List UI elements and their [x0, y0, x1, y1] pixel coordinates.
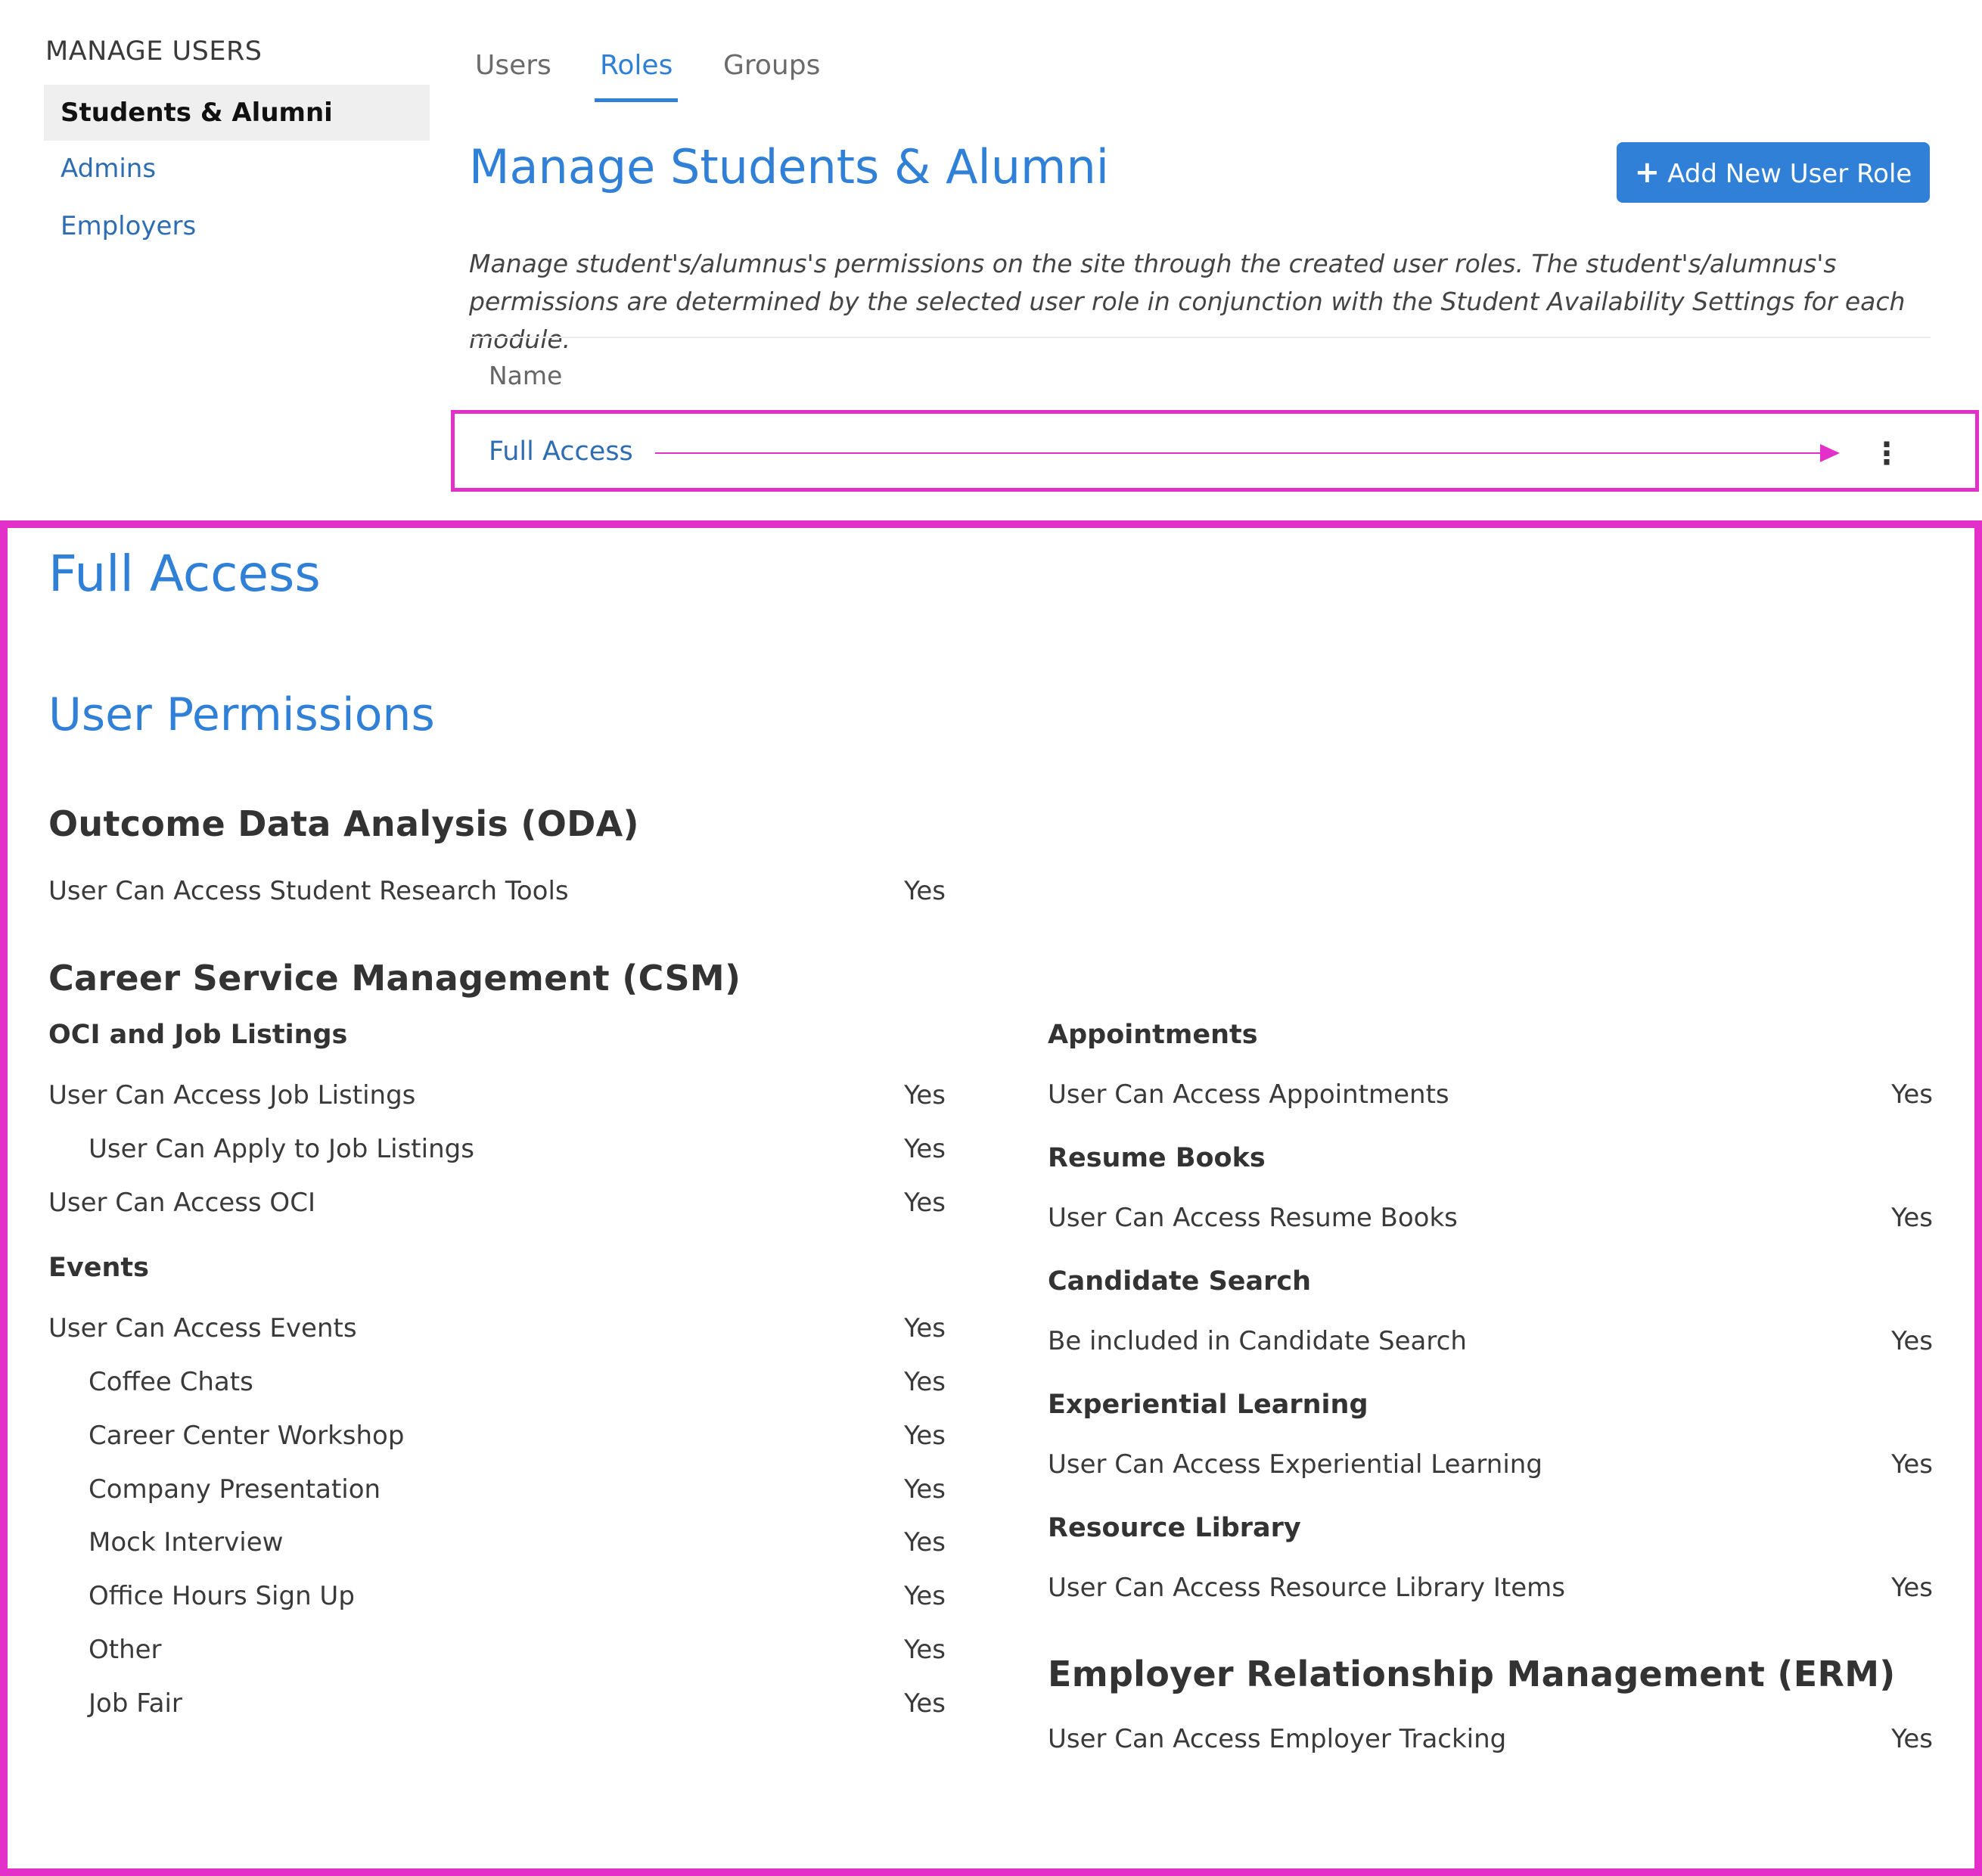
permission-value: Yes: [904, 1527, 946, 1558]
permission-value: Yes: [904, 1080, 946, 1110]
permission-label: User Can Access OCI: [48, 1188, 315, 1218]
sidebar-item-students-alumni[interactable]: Students & Alumni: [44, 85, 430, 141]
csm-heading: Career Service Management (CSM): [48, 958, 741, 999]
sidebar-item-employers[interactable]: Employers: [44, 198, 430, 254]
tab-roles[interactable]: Roles: [600, 50, 673, 81]
permission-value: Yes: [1891, 1724, 1933, 1754]
kebab-menu-icon[interactable]: ⋮: [1872, 437, 1902, 471]
permission-label: Be included in Candidate Search: [1048, 1326, 1467, 1356]
experiential-learning-heading: Experiential Learning: [1048, 1390, 1368, 1420]
permission-label: User Can Access Student Research Tools: [48, 876, 569, 906]
highlight-row-box: [451, 410, 1979, 492]
oci-heading: OCI and Job Listings: [48, 1020, 348, 1050]
permission-label: User Can Access Experiential Learning: [1048, 1449, 1542, 1480]
permission-label: User Can Access Events: [48, 1313, 357, 1343]
permission-label: User Can Apply to Job Listings: [89, 1134, 474, 1164]
permission-label: Job Fair: [89, 1688, 182, 1719]
add-user-role-button[interactable]: + Add New User Role: [1617, 142, 1930, 203]
appointments-heading: Appointments: [1048, 1020, 1258, 1050]
column-header-name: Name: [489, 361, 563, 390]
role-title: Full Access: [48, 545, 321, 603]
permission-label: Other: [89, 1635, 162, 1665]
sidebar-item-admins[interactable]: Admins: [44, 141, 430, 197]
page-description: Manage student's/alumnus's permissions o…: [469, 249, 1906, 354]
tab-users[interactable]: Users: [475, 50, 551, 81]
resume-books-heading: Resume Books: [1048, 1143, 1266, 1173]
permission-value: Yes: [904, 876, 946, 906]
active-tab-indicator: [595, 98, 678, 102]
permission-label: User Can Access Resume Books: [1048, 1203, 1458, 1233]
permission-label: User Can Access Resource Library Items: [1048, 1573, 1565, 1603]
plus-icon: +: [1634, 155, 1660, 190]
permission-value: Yes: [1891, 1449, 1933, 1480]
oda-heading: Outcome Data Analysis (ODA): [48, 803, 639, 844]
permission-value: Yes: [1891, 1203, 1933, 1233]
divider: [469, 337, 1931, 338]
permission-label: Company Presentation: [89, 1474, 381, 1505]
candidate-search-heading: Candidate Search: [1048, 1266, 1312, 1297]
permission-value: Yes: [904, 1367, 946, 1397]
role-link-full-access[interactable]: Full Access: [489, 436, 633, 467]
sidebar-title: MANAGE USERS: [45, 36, 263, 67]
add-user-role-label: Add New User Role: [1667, 159, 1912, 189]
permission-label: Mock Interview: [89, 1527, 284, 1558]
permission-value: Yes: [904, 1581, 946, 1611]
permission-label: Coffee Chats: [89, 1367, 253, 1397]
permission-label: User Can Access Appointments: [1048, 1079, 1449, 1110]
permission-value: Yes: [904, 1688, 946, 1719]
permission-value: Yes: [904, 1313, 946, 1343]
permission-label: Office Hours Sign Up: [89, 1581, 355, 1611]
permission-label: Career Center Workshop: [89, 1421, 405, 1451]
permission-value: Yes: [1891, 1573, 1933, 1603]
permission-label: User Can Access Job Listings: [48, 1080, 416, 1110]
events-heading: Events: [48, 1253, 149, 1283]
permission-value: Yes: [904, 1474, 946, 1505]
permission-value: Yes: [904, 1188, 946, 1218]
tab-groups[interactable]: Groups: [723, 50, 820, 81]
highlight-arrow-line: [655, 452, 1826, 454]
resource-library-heading: Resource Library: [1048, 1513, 1301, 1543]
permission-value: Yes: [1891, 1326, 1933, 1356]
erm-heading: Employer Relationship Management (ERM): [1048, 1654, 1896, 1694]
arrow-head-icon: [1820, 444, 1840, 462]
permissions-title: User Permissions: [48, 688, 435, 741]
permission-value: Yes: [1891, 1079, 1933, 1110]
permission-label: User Can Access Employer Tracking: [1048, 1724, 1507, 1754]
permission-value: Yes: [904, 1134, 946, 1164]
page-title: Manage Students & Alumni: [469, 139, 1109, 194]
permission-value: Yes: [904, 1635, 946, 1665]
permission-value: Yes: [904, 1421, 946, 1451]
